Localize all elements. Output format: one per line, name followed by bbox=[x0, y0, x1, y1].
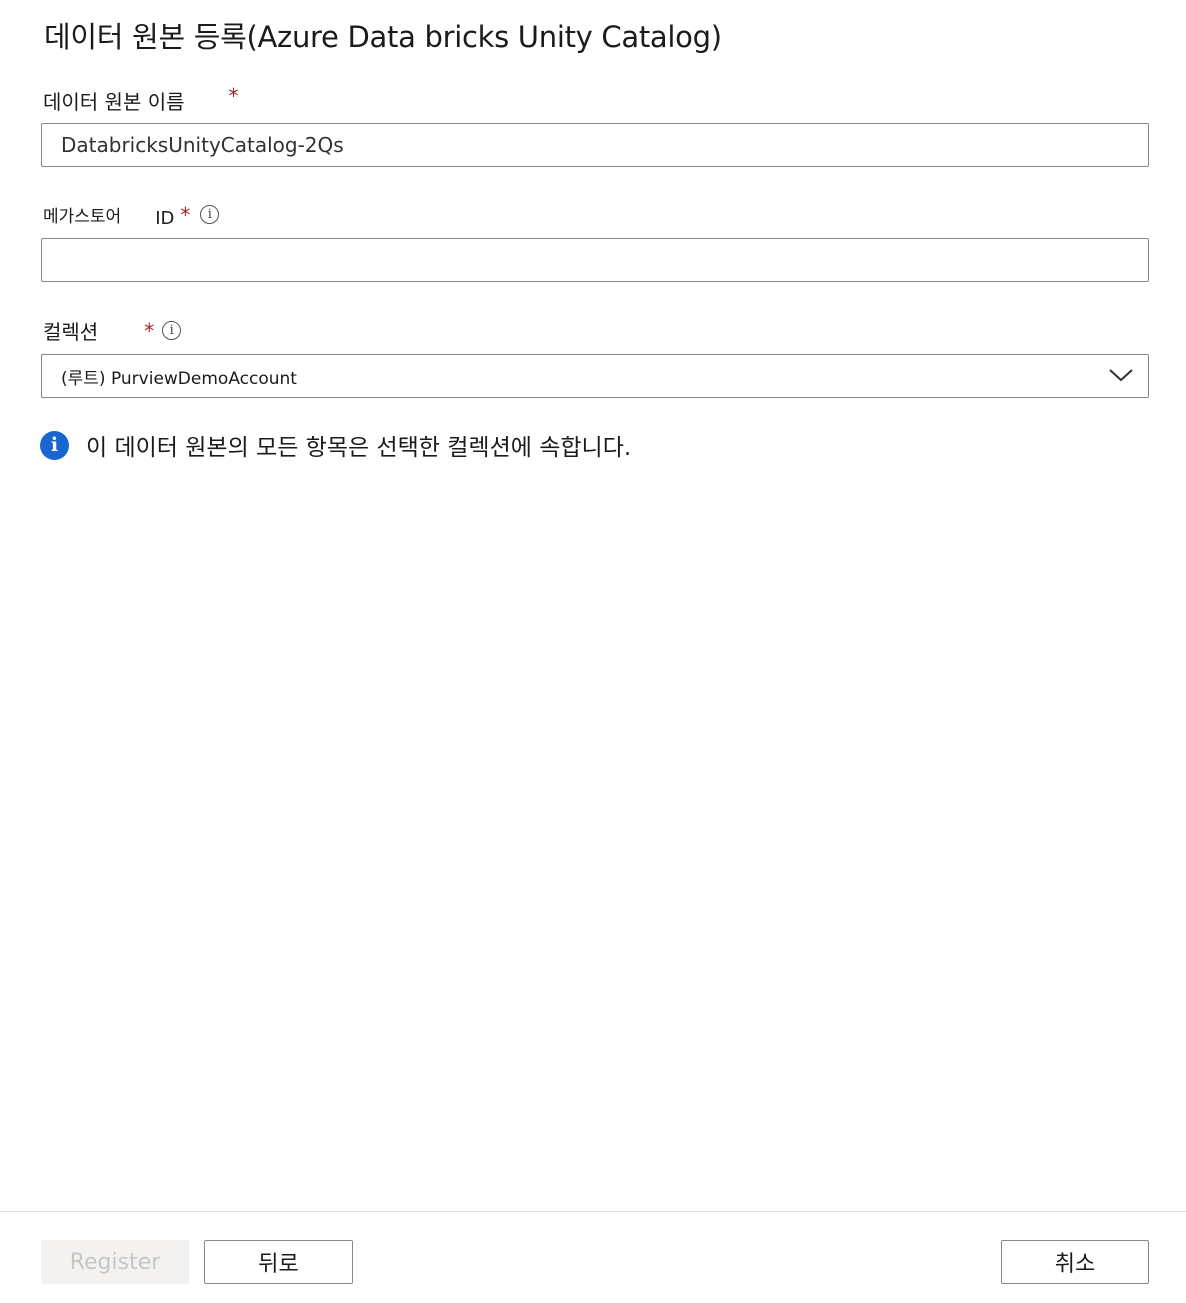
required-asterisk: * bbox=[180, 202, 191, 227]
footer-divider bbox=[0, 1211, 1186, 1212]
back-button[interactable]: 뒤로 bbox=[204, 1240, 353, 1284]
metastore-id-label-suffix: ID bbox=[155, 208, 175, 229]
info-icon[interactable]: i bbox=[162, 321, 182, 340]
collection-selected-value: (루트) PurviewDemoAccount bbox=[61, 368, 297, 389]
cancel-button[interactable]: 취소 bbox=[1001, 1240, 1149, 1284]
metastore-id-label: 메가스토어 ID * i bbox=[43, 200, 220, 229]
data-source-name-label-text: 데이터 원본 이름 bbox=[43, 90, 185, 114]
metastore-id-label-prefix: 메가스토어 bbox=[43, 207, 122, 227]
required-asterisk: * bbox=[228, 83, 239, 108]
chevron-down-icon bbox=[1109, 369, 1133, 382]
collection-label-text: 컬렉션 bbox=[43, 320, 99, 344]
info-message: i 이 데이터 원본의 모든 항목은 선택한 컬렉션에 속합니다. bbox=[40, 428, 631, 462]
required-asterisk: * bbox=[144, 318, 155, 343]
metastore-id-input[interactable] bbox=[41, 238, 1149, 282]
data-source-name-label: 데이터 원본 이름 * bbox=[43, 83, 239, 115]
data-source-name-input[interactable] bbox=[41, 123, 1149, 167]
collection-dropdown[interactable]: (루트) PurviewDemoAccount bbox=[41, 354, 1149, 398]
info-icon: i bbox=[40, 430, 69, 460]
info-icon[interactable]: i bbox=[200, 205, 220, 224]
collection-label: 컬렉션 * i bbox=[43, 316, 182, 345]
page-title: 데이터 원본 등록(Azure Data bricks Unity Catalo… bbox=[44, 20, 722, 54]
register-button[interactable]: Register bbox=[41, 1240, 189, 1284]
info-message-text: 이 데이터 원본의 모든 항목은 선택한 컬렉션에 속합니다. bbox=[86, 435, 632, 461]
